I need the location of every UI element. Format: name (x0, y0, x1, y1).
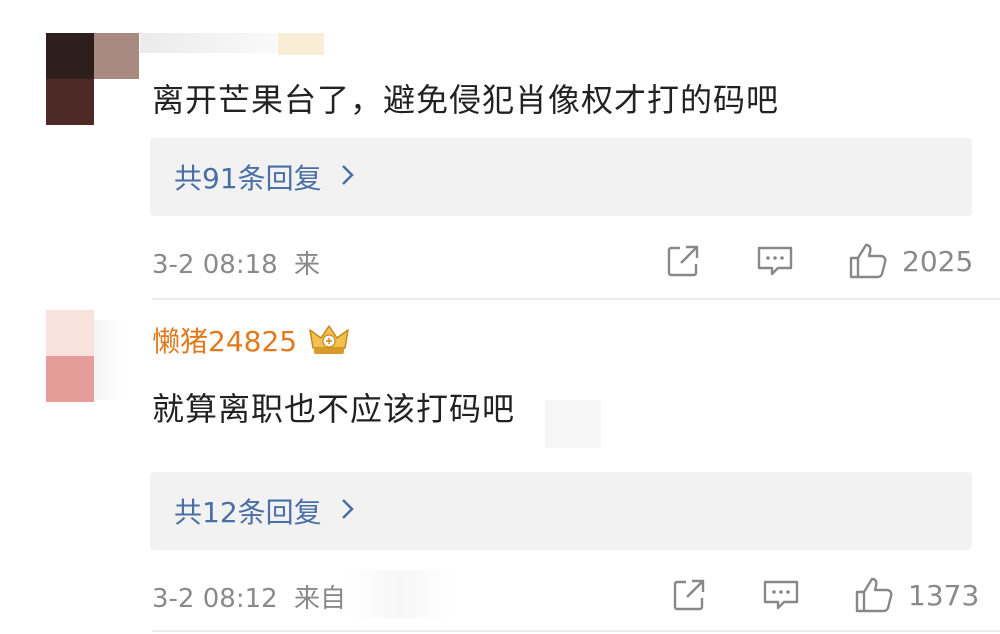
chevron-right-icon (340, 495, 356, 528)
like-button[interactable]: 1373 (854, 576, 979, 614)
avatar[interactable] (46, 33, 94, 125)
crown-badge-icon (307, 322, 351, 358)
reply-summary[interactable]: 共12条回复 (150, 472, 972, 550)
like-button[interactable]: 2025 (848, 242, 973, 280)
comment-time: 3-2 08:12 (152, 584, 278, 614)
comment-icon[interactable] (756, 244, 794, 278)
comment-meta: 3-2 08:12 来自 (152, 578, 346, 615)
blur-patch (545, 400, 601, 448)
reply-summary[interactable]: 共91条回复 (150, 138, 972, 216)
like-count: 1373 (908, 578, 980, 612)
comment-source: 来自 (293, 584, 346, 614)
share-icon[interactable] (672, 578, 706, 612)
badge-blurred (278, 33, 324, 55)
reply-count-link[interactable]: 共12条回复 (174, 491, 322, 531)
comment-icon[interactable] (762, 578, 800, 612)
comment-time: 3-2 08:18 (152, 250, 278, 280)
user-line: 懒猪24825 (152, 320, 351, 360)
avatar-edge-blur (94, 320, 124, 400)
blur-patch (345, 570, 455, 618)
like-count: 2025 (902, 244, 974, 278)
avatar-edge-blur (94, 33, 139, 79)
avatar[interactable] (46, 310, 94, 402)
comment-source: 来 (293, 250, 320, 280)
chevron-right-icon (340, 161, 356, 194)
username-blurred (140, 33, 280, 53)
comment-text: 就算离职也不应该打码吧 (152, 390, 516, 428)
divider (152, 630, 1000, 632)
comment-meta: 3-2 08:18 来 (152, 244, 320, 281)
share-icon[interactable] (666, 244, 700, 278)
thumbs-up-icon (854, 576, 894, 614)
thumbs-up-icon (848, 242, 888, 280)
comment-text: 离开芒果台了，避免侵犯肖像权才打的码吧 (152, 81, 780, 119)
divider (152, 298, 1000, 300)
reply-count-link[interactable]: 共91条回复 (174, 157, 322, 197)
username[interactable]: 懒猪24825 (152, 320, 297, 360)
